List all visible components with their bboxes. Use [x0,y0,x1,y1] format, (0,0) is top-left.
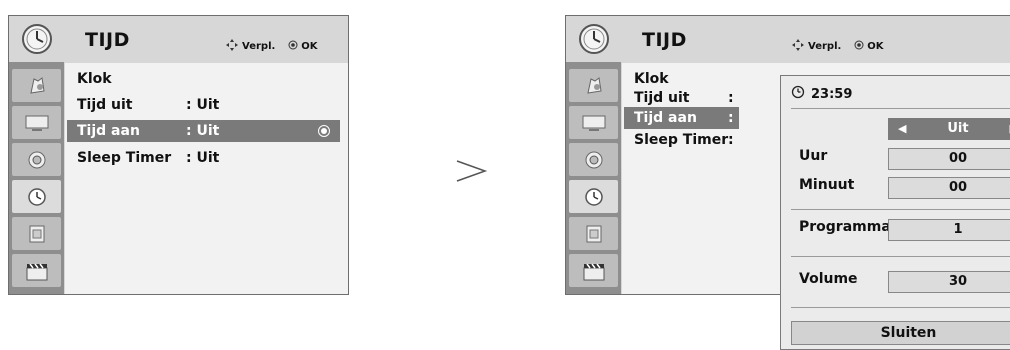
timer-on-toggle[interactable]: ◀ Uit ▶ [888,118,1010,140]
divider [791,307,1010,308]
menu-item-label: Sleep Timer [634,132,728,148]
menu-item-value: : Uit [186,123,219,139]
category-sidebar [566,16,621,294]
clock-menu-icon[interactable] [569,180,618,213]
monitor-icon[interactable] [12,106,61,139]
menu-item-tijd-aan[interactable]: Tijd aan : [624,107,739,129]
time-menu-list: Klok Tijd uit : Uit Tijd aan : Uit Sleep… [65,63,348,294]
clapper-icon[interactable] [12,254,61,287]
menu-item-tijd-uit[interactable]: Tijd uit : Uit [67,94,340,116]
timer-on-popup: 23:59 ◀ Uit ▶ Uur 00 Minuut 00 Programma… [780,75,1010,350]
ok-button-icon [288,40,298,53]
menu-item-value: : [728,90,734,106]
clapper-icon[interactable] [569,254,618,287]
menu-item-label: Tijd uit [634,90,690,106]
move-arrows-icon [791,38,805,55]
ok-indicator-icon [318,125,330,137]
menu-item-klok[interactable]: Klok [67,68,340,90]
menu-item-label: Klok [634,71,669,87]
menu-item-label: Tijd uit [77,97,133,113]
menu-title: TIJD [642,29,687,51]
hour-label: Uur [799,148,827,164]
menu-item-label: Sleep Timer [77,150,171,166]
menu-item-tijd-aan[interactable]: Tijd aan : Uit [67,120,340,142]
menu-item-value: : [728,110,734,126]
move-hint-label: Verpl. [242,41,275,52]
close-button[interactable]: Sluiten [791,321,1010,345]
menu-item-label: Tijd aan [77,123,140,139]
category-sidebar [9,16,64,294]
picture-icon[interactable] [12,69,61,102]
navigation-hint: Verpl. OK [791,38,884,55]
program-label: Programma [799,219,891,235]
clock-menu-icon[interactable] [12,180,61,213]
monitor-icon[interactable] [569,106,618,139]
film-icon[interactable] [569,217,618,250]
program-field[interactable]: 1 [888,219,1010,241]
ok-hint-label: OK [301,41,317,52]
minute-label: Minuut [799,177,854,193]
divider [791,256,1010,257]
menu-item-value: : Uit [186,97,219,113]
clock-icon [566,16,621,62]
clock-icon [9,16,64,62]
time-menu-panel: TIJD Verpl. OK Klok Tijd uit : Uit Tijd … [8,15,349,295]
ok-button-icon [854,40,864,53]
divider [791,209,1010,210]
left-arrow-icon[interactable]: ◀ [898,118,906,140]
film-icon[interactable] [12,217,61,250]
picture-icon[interactable] [569,69,618,102]
clock-small-icon [791,85,805,103]
current-time: 23:59 [791,85,852,103]
menu-item-sleep-timer[interactable]: Sleep Timer : Uit [67,147,340,169]
navigation-hint: Verpl. OK [225,38,318,55]
volume-label: Volume [799,271,858,287]
menu-item-label: Tijd aan [634,110,697,126]
minute-field[interactable]: 00 [888,177,1010,199]
volume-field[interactable]: 30 [888,271,1010,293]
divider [791,108,1010,109]
current-time-value: 23:59 [811,87,852,102]
move-arrows-icon [225,38,239,55]
next-step-arrow-icon [453,153,489,193]
menu-item-value: : [728,132,734,148]
speaker-icon[interactable] [12,143,61,176]
speaker-icon[interactable] [569,143,618,176]
hour-field[interactable]: 00 [888,148,1010,170]
ok-hint-label: OK [867,41,883,52]
toggle-value: Uit [947,121,968,136]
move-hint-label: Verpl. [808,41,841,52]
menu-item-label: Klok [77,71,112,87]
menu-item-value: : Uit [186,150,219,166]
menu-title: TIJD [85,29,130,51]
